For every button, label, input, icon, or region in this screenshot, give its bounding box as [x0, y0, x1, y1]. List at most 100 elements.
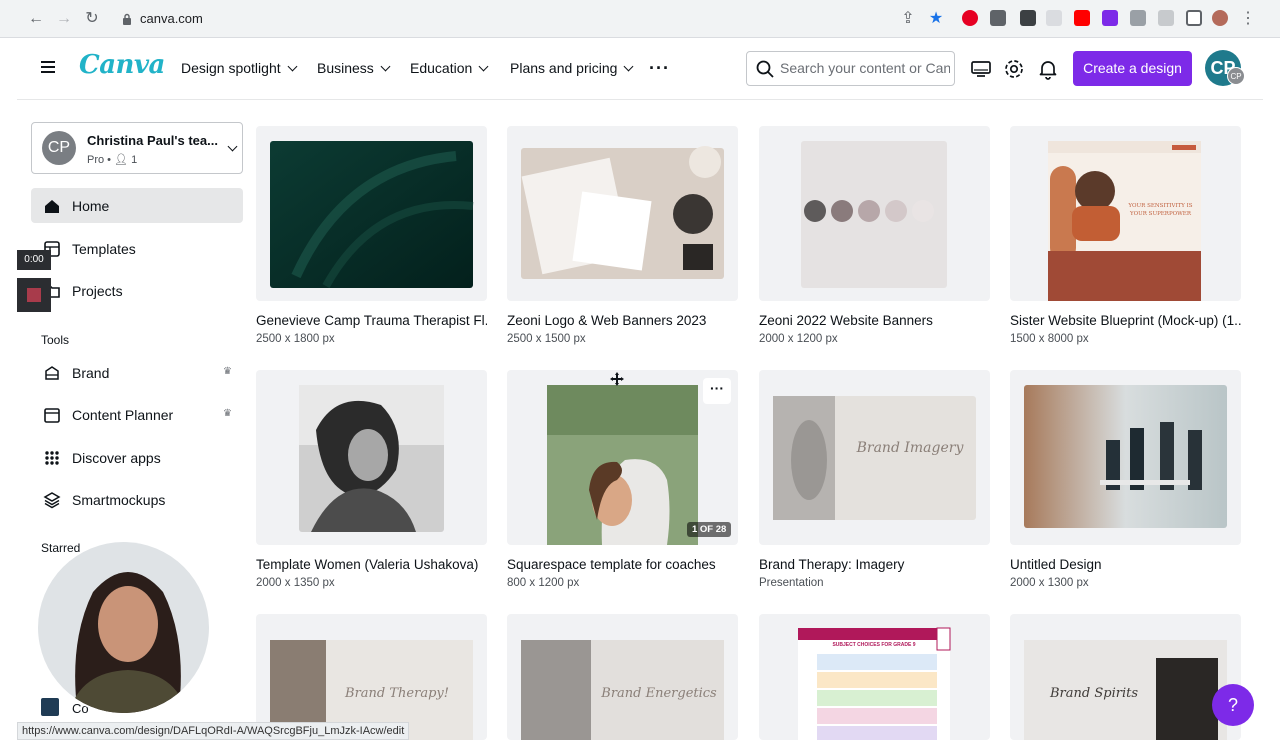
design-thumbnail[interactable]: 1 OF 28 ··· [507, 370, 738, 545]
back-icon[interactable]: ← [26, 9, 46, 29]
side-panel-icon[interactable] [1186, 10, 1202, 26]
design-title[interactable]: Genevieve Camp Trauma Therapist Fl... [256, 313, 487, 328]
sidebar-item-projects[interactable]: Projects [31, 273, 243, 308]
nav-education[interactable]: Education [410, 60, 489, 76]
sidebar-item-smartmockups[interactable]: Smartmockups [31, 482, 243, 517]
reading-list-icon[interactable] [1158, 10, 1174, 26]
team-switcher[interactable]: CP Christina Paul's tea... Pro • 👤︎ 1 [31, 122, 243, 174]
more-icon[interactable]: ··· [649, 58, 670, 79]
page-count-badge: 1 OF 28 [687, 522, 732, 537]
design-thumbnail[interactable] [256, 370, 487, 545]
design-thumbnail[interactable] [1010, 370, 1241, 545]
chevron-down-icon [227, 141, 238, 152]
sidebar-item-content-planner[interactable]: Content Planner ♛ [31, 397, 243, 432]
search-box[interactable] [746, 51, 955, 86]
browser-status-url: https://www.canva.com/design/DAFLqORdI-A… [17, 722, 410, 740]
share-icon[interactable]: ⇪ [898, 9, 918, 29]
sidebar-item-home[interactable]: Home [31, 188, 243, 223]
desktop-app-icon[interactable] [969, 57, 993, 81]
thumbnail-script-title: Brand Imagery [856, 440, 964, 456]
team-avatar: CP [42, 131, 76, 165]
webcam-bubble [36, 540, 211, 715]
youtube-extension-icon[interactable] [1074, 10, 1090, 26]
design-size: 2500 x 1500 px [507, 333, 586, 345]
url-text: canva.com [140, 11, 203, 26]
design-title[interactable]: Squarespace template for coaches [507, 557, 738, 572]
reload-icon[interactable]: ↻ [82, 9, 102, 29]
sidebar-item-templates[interactable]: Templates [31, 231, 243, 266]
crown-icon: ♛ [223, 366, 232, 377]
canva-header: Canva Design spotlight Business Educatio… [17, 38, 1263, 100]
puzzle-icon[interactable] [1130, 10, 1146, 26]
create-design-button[interactable]: Create a design [1073, 51, 1192, 86]
layers-icon [43, 492, 61, 509]
search-input[interactable] [780, 60, 950, 76]
bookmark-star-icon[interactable]: ★ [926, 9, 946, 29]
nav-plans-pricing[interactable]: Plans and pricing [510, 60, 634, 76]
camera-extension-icon[interactable] [990, 10, 1006, 26]
design-thumbnail[interactable] [256, 126, 487, 301]
starred-item-thumbnail[interactable] [41, 698, 59, 716]
settings-gear-icon[interactable] [1002, 57, 1026, 81]
thumbnail-image [801, 141, 947, 288]
thumbnail-script-title: Brand Energetics [601, 686, 717, 701]
webcam-video [38, 542, 209, 713]
design-thumbnail[interactable] [507, 126, 738, 301]
thumbnail-image [270, 141, 474, 288]
notification-bell-icon[interactable] [1036, 57, 1060, 81]
design-size: 2000 x 1300 px [1010, 577, 1089, 589]
thumbnail-image [299, 385, 444, 532]
nav-business[interactable]: Business [317, 60, 391, 76]
team-meta: Pro • 👤︎ 1 [87, 154, 138, 166]
nav-design-spotlight[interactable]: Design spotlight [181, 60, 298, 76]
design-title[interactable]: Brand Therapy: Imagery [759, 557, 990, 572]
browser-menu-icon[interactable]: ⋮ [1238, 9, 1258, 29]
address-bar[interactable]: canva.com [112, 6, 952, 32]
help-button[interactable]: ? [1212, 684, 1254, 726]
chevron-down-icon [380, 61, 391, 72]
design-title[interactable]: Sister Website Blueprint (Mock-up) (1... [1010, 313, 1241, 328]
design-thumbnail[interactable]: Brand Imagery [759, 370, 990, 545]
recording-stop-button[interactable] [17, 278, 51, 312]
design-size: 1500 x 8000 px [1010, 333, 1089, 345]
sidebar-item-discover-apps[interactable]: Discover apps [31, 440, 243, 475]
forward-icon[interactable]: → [54, 9, 74, 29]
design-thumbnail[interactable]: SUBJECT CHOICES FOR GRADE 9 [759, 614, 990, 740]
menu-icon[interactable] [41, 61, 55, 73]
sidebar-item-brand[interactable]: Brand ♛ [31, 355, 243, 390]
text-extension-icon[interactable] [1046, 10, 1062, 26]
apps-grid-icon [45, 451, 59, 465]
design-type: Presentation [759, 577, 824, 589]
team-avatar-badge: CP [1227, 67, 1245, 85]
browser-toolbar: ← → ↻ canva.com ⇪ ★ ⋮ [0, 0, 1280, 38]
design-title[interactable]: Zeoni 2022 Website Banners [759, 313, 990, 328]
calendar-icon [44, 408, 60, 423]
design-thumbnail[interactable]: Brand Spirits [1010, 614, 1241, 740]
stop-icon [27, 288, 41, 302]
member-icon: 👤︎ [114, 154, 129, 166]
color-extension-icon[interactable] [1102, 10, 1118, 26]
design-thumbnail[interactable]: YOUR SENSITIVITY IS YOUR SUPERPOWER [1010, 126, 1241, 301]
design-size: 2500 x 1800 px [256, 333, 335, 345]
home-icon [45, 200, 59, 213]
design-title[interactable]: Template Women (Valeria Ushakova) [256, 557, 487, 572]
design-thumbnail[interactable]: Brand Energetics [507, 614, 738, 740]
design-size: 2000 x 1200 px [759, 333, 838, 345]
design-title[interactable]: Untitled Design [1010, 557, 1241, 572]
thumbnail-image [773, 396, 976, 520]
design-thumbnail[interactable] [759, 126, 990, 301]
card-more-options-button[interactable]: ··· [703, 378, 731, 404]
chevron-down-icon [478, 61, 489, 72]
design-size: 800 x 1200 px [507, 577, 580, 589]
search-icon [756, 60, 774, 78]
thumbnail-script-title: Brand Therapy! [345, 686, 449, 701]
canva-logo[interactable]: Canva [79, 50, 165, 80]
tools-heading: Tools [41, 333, 70, 347]
move-cursor-icon [610, 372, 624, 386]
thumbnail-image [1024, 385, 1227, 528]
lock-icon [123, 13, 131, 25]
profile-avatar[interactable] [1212, 10, 1228, 26]
design-title[interactable]: Zeoni Logo & Web Banners 2023 [507, 313, 738, 328]
pinterest-extension-icon[interactable] [962, 10, 978, 26]
pen-extension-icon[interactable] [1020, 10, 1036, 26]
